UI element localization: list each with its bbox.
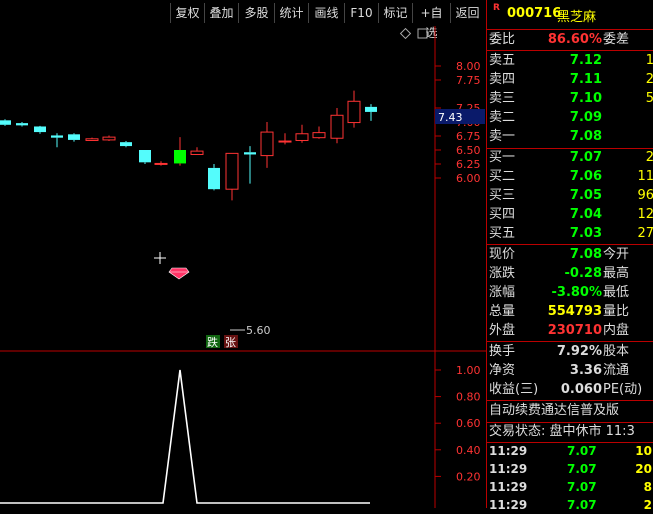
svg-text:5.60: 5.60 <box>246 324 271 337</box>
ask-row[interactable]: 卖三 7.10 5 <box>487 89 653 109</box>
candle <box>139 150 151 164</box>
indicator-tick-label: 0.60 <box>456 417 481 430</box>
rongzi-mark: R <box>493 3 500 13</box>
back-button[interactable]: 返回 <box>450 3 484 23</box>
tick-row: 11:29 7.07 10 <box>489 444 652 458</box>
tick-row: 11:29 7.07 8 <box>489 480 652 494</box>
stock-header: R 000716 黑芝麻 <box>487 0 653 30</box>
candle <box>102 135 116 142</box>
kline-chart[interactable]: 8.007.757.257.006.756.506.256.00 7.43 5.… <box>0 26 486 508</box>
square-icon <box>417 28 428 39</box>
weibi-row: 委比 86.60% 委差 <box>487 30 653 50</box>
weibi-label: 委比 <box>489 32 516 47</box>
chart-canvas: 8.007.757.257.006.756.506.256.00 7.43 5.… <box>0 26 486 508</box>
candle <box>34 125 46 134</box>
price-tick-label: 6.75 <box>456 130 481 143</box>
indicator-tick-label: 0.20 <box>456 470 481 483</box>
signal-zhang-badge: 张 <box>224 335 238 349</box>
svg-text:跌: 跌 <box>207 335 218 349</box>
candle <box>365 104 377 121</box>
candle <box>174 137 186 166</box>
add-watchlist-button[interactable]: +自选 <box>412 3 450 40</box>
cross-marker <box>154 252 166 264</box>
draw-line-button[interactable]: 画线 <box>308 3 344 23</box>
diamond-icon <box>399 27 412 40</box>
fundamental-row: 净资 3.36 流通 <box>489 363 630 378</box>
candle <box>244 146 256 184</box>
fundamental-row: 换手 7.92% 股本 <box>489 344 630 359</box>
ask-row[interactable]: 卖二 7.09 <box>487 108 653 128</box>
candle <box>85 137 99 141</box>
candle <box>312 126 326 139</box>
candle <box>0 119 11 126</box>
fuquan-button[interactable]: 复权 <box>170 3 204 23</box>
price-tick-label: 6.50 <box>456 144 481 157</box>
signal-die-badge: 跌 <box>206 335 220 349</box>
stock-name[interactable]: 黑芝麻 <box>557 6 596 25</box>
gem-icon <box>168 267 190 280</box>
tick-row: 11:29 7.07 2 <box>489 498 652 512</box>
candle <box>16 122 28 127</box>
stat-row: 涨跌 -0.28 最高 <box>489 266 630 281</box>
price-tick-label: 6.00 <box>456 172 481 185</box>
current-price-tag: 7.43 <box>435 109 485 124</box>
candle <box>51 133 63 148</box>
chart-toolbar: 复权 叠加 多股 统计 画线 F10 标记 +自选 返回 <box>0 0 486 40</box>
bid-row[interactable]: 买四 7.04 12 <box>487 205 653 225</box>
candle <box>120 141 132 148</box>
indicator-line <box>0 369 370 504</box>
subscription-banner[interactable]: 自动续费通达信普及版 <box>487 401 653 421</box>
candle <box>347 90 361 128</box>
candle <box>260 122 274 168</box>
price-tick-label: 8.00 <box>456 60 481 73</box>
candle <box>68 133 80 142</box>
fundamental-row: 收益(三) 0.060 PE(动) <box>489 382 643 397</box>
candle <box>295 124 309 143</box>
trade-status: 交易状态: 盘中休市 11:3 <box>489 424 635 439</box>
multi-stock-button[interactable]: 多股 <box>238 3 274 23</box>
overlay-button[interactable]: 叠加 <box>204 3 238 23</box>
svg-text:7.43: 7.43 <box>438 111 463 124</box>
mark-button[interactable]: 标记 <box>378 3 412 23</box>
candle <box>225 152 239 201</box>
bid-row[interactable]: 买一 7.07 2 <box>487 148 653 168</box>
stat-row: 总量 554793 量比 <box>489 304 630 319</box>
weicha-label: 委差 <box>603 32 630 47</box>
candle <box>190 147 204 155</box>
candle <box>208 164 220 191</box>
stock-code[interactable]: 000716 <box>507 6 561 21</box>
candle <box>154 161 168 166</box>
candle <box>330 108 344 144</box>
stat-row: 外盘 230710 内盘 <box>489 323 630 338</box>
candle <box>278 133 292 145</box>
ask-row[interactable]: 卖一 7.08 <box>487 127 653 147</box>
quote-panel: R 000716 黑芝麻 委比 86.60% 委差 卖五 7.12 1 卖四 7.11 2… <box>486 0 653 512</box>
tick-row: 11:29 7.07 20 <box>489 462 652 476</box>
statistics-button[interactable]: 统计 <box>274 3 308 23</box>
indicator-tick-label: 0.40 <box>456 444 481 457</box>
indicator-tick-label: 1.00 <box>456 364 481 377</box>
bid-row[interactable]: 买三 7.05 96 <box>487 186 653 206</box>
price-tick-label: 7.75 <box>456 74 481 87</box>
ask-row[interactable]: 卖四 7.11 2 <box>487 70 653 90</box>
f10-button[interactable]: F10 <box>344 3 378 23</box>
weibi-value: 86.60% <box>547 32 602 47</box>
price-tick-label: 6.25 <box>456 158 481 171</box>
ask-row[interactable]: 卖五 7.12 1 <box>487 51 653 71</box>
bid-row[interactable]: 买五 7.03 27 <box>487 224 653 244</box>
indicator-tick-label: 0.80 <box>456 391 481 404</box>
stat-row: 涨幅 -3.80% 最低 <box>489 285 630 300</box>
bid-row[interactable]: 买二 7.06 11 <box>487 167 653 187</box>
stat-row: 现价 7.08 今开 <box>489 247 630 262</box>
svg-text:张: 张 <box>225 336 236 349</box>
